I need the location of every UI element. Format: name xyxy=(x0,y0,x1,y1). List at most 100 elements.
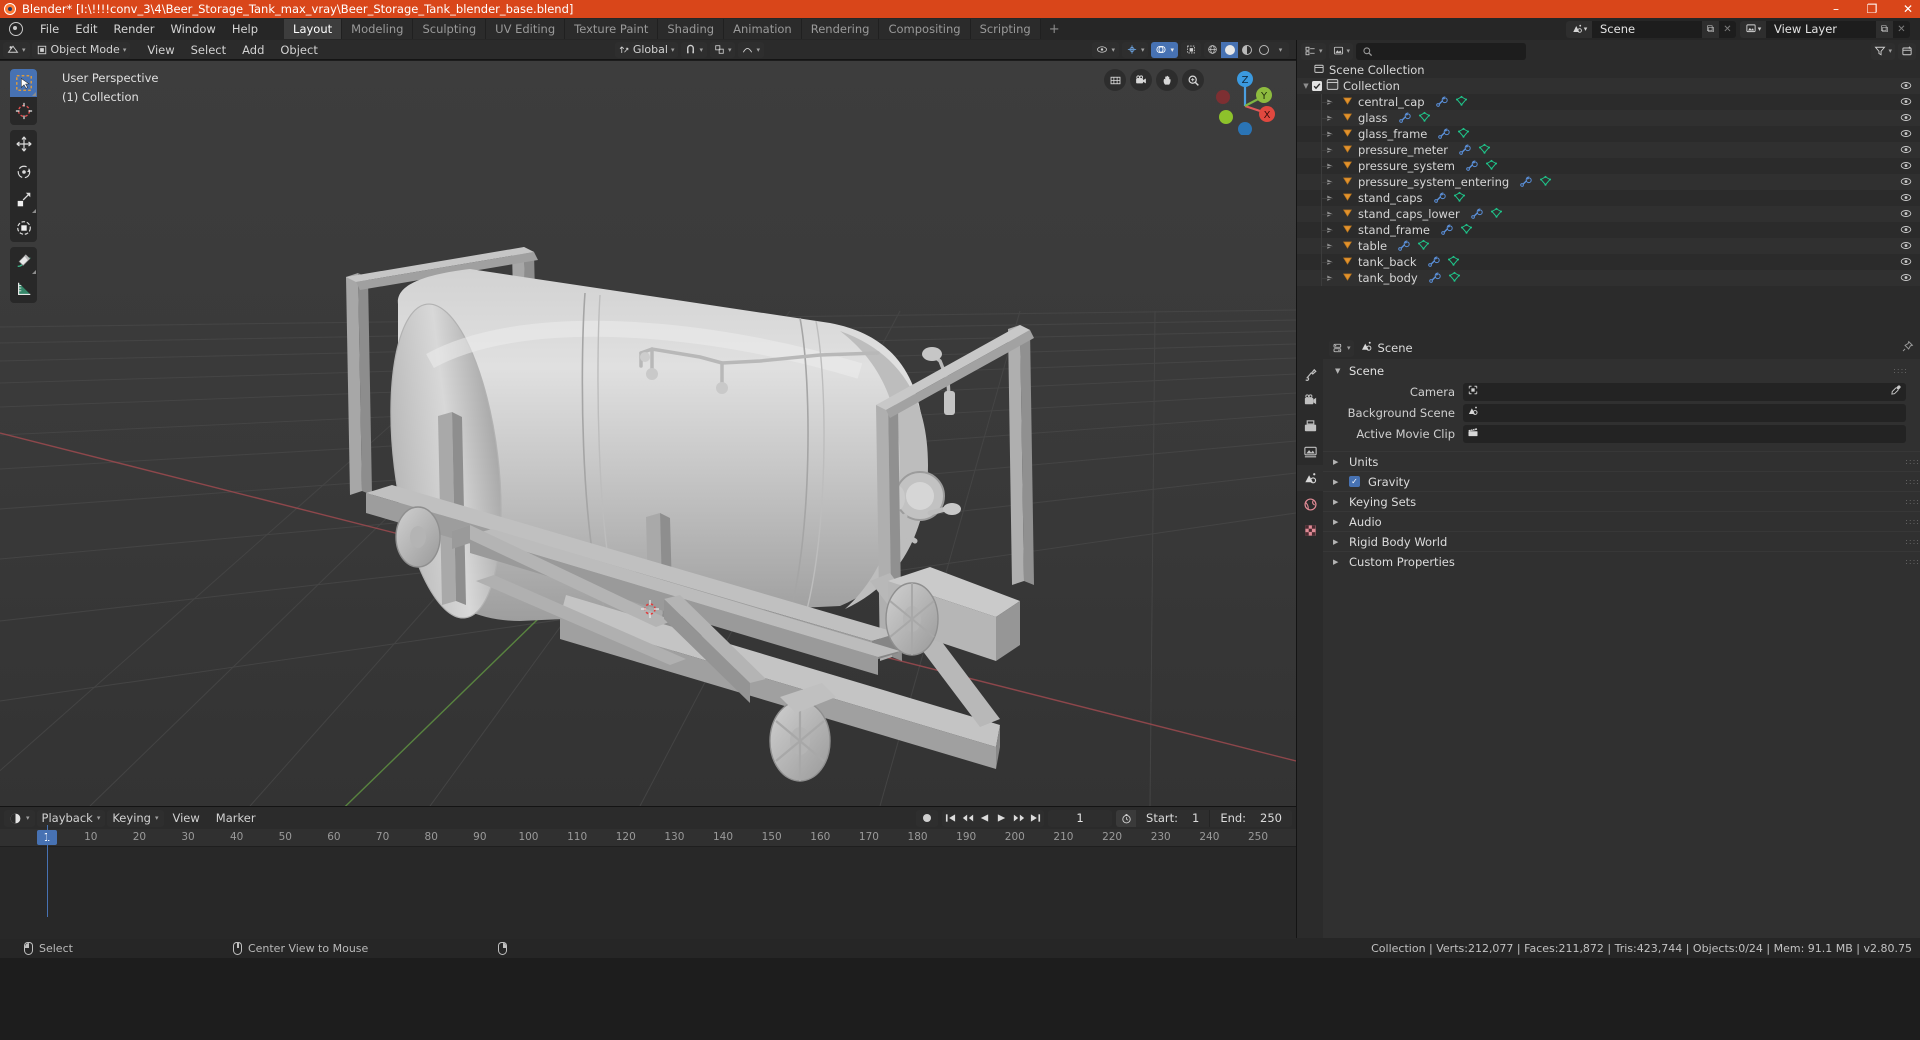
timeline-menu-view[interactable]: View xyxy=(166,810,207,826)
scene-new-copy-button[interactable]: ⧉ xyxy=(1702,20,1719,38)
mesh-data-icon[interactable] xyxy=(1453,191,1466,206)
outliner-row-object[interactable]: ▶glass_frame xyxy=(1297,126,1920,142)
menu-file[interactable]: File xyxy=(32,20,67,38)
gizmo-toggle-button[interactable]: ▾ xyxy=(1121,41,1149,58)
viewport-menu-object[interactable]: Object xyxy=(273,42,324,58)
outliner-row-object[interactable]: ▶tank_body xyxy=(1297,270,1920,286)
scene-unlink-button[interactable]: ✕ xyxy=(1719,21,1736,38)
background-scene-field[interactable] xyxy=(1463,403,1906,422)
frame-range-clock-icon[interactable] xyxy=(1116,809,1137,827)
object-visibility-eye-icon[interactable] xyxy=(1900,192,1912,206)
jump-to-end-button[interactable] xyxy=(1027,810,1044,827)
transform-orientation-dropdown[interactable]: Global ▾ xyxy=(614,41,679,58)
camera-view-icon[interactable] xyxy=(1130,69,1152,91)
mesh-data-icon[interactable] xyxy=(1460,223,1473,238)
object-visibility-eye-icon[interactable] xyxy=(1900,144,1912,158)
outliner-row-object[interactable]: ▶glass xyxy=(1297,110,1920,126)
outliner-row-object[interactable]: ▶stand_frame xyxy=(1297,222,1920,238)
shading-rendered-button[interactable] xyxy=(1255,42,1272,58)
mesh-data-icon[interactable] xyxy=(1478,143,1491,158)
new-collection-icon[interactable] xyxy=(1898,42,1916,60)
play-reverse-button[interactable] xyxy=(976,810,993,827)
modifier-wrench-icon[interactable] xyxy=(1519,175,1532,190)
pivot-point-dropdown[interactable]: ▾ xyxy=(709,41,736,58)
viewport-menu-select[interactable]: Select xyxy=(184,42,233,58)
jump-next-keyframe-button[interactable] xyxy=(1010,810,1027,827)
visibility-dropdown-button[interactable]: ▾ xyxy=(1092,41,1119,58)
scene-name-field[interactable]: Scene xyxy=(1592,20,1702,38)
workspace-tab-uv-editing[interactable]: UV Editing xyxy=(486,19,566,39)
modifier-wrench-icon[interactable] xyxy=(1440,223,1453,238)
workspace-tab-compositing[interactable]: Compositing xyxy=(879,19,971,39)
workspace-tab-modeling[interactable]: Modeling xyxy=(342,19,414,39)
shading-material-preview-button[interactable] xyxy=(1238,42,1255,58)
active-movie-clip-field[interactable] xyxy=(1463,424,1906,443)
outliner-row-object[interactable]: ▶central_cap xyxy=(1297,94,1920,110)
mesh-data-icon[interactable] xyxy=(1490,207,1503,222)
menu-render[interactable]: Render xyxy=(106,20,163,38)
timeline-menu-keying[interactable]: Keying ▾ xyxy=(107,809,164,827)
properties-tab-tool[interactable] xyxy=(1297,361,1323,387)
viewport-menu-view[interactable]: View xyxy=(140,42,181,58)
play-button[interactable] xyxy=(993,810,1010,827)
mesh-data-icon[interactable] xyxy=(1455,95,1468,110)
menu-edit[interactable]: Edit xyxy=(67,20,105,38)
eyedropper-icon[interactable] xyxy=(1890,384,1902,399)
properties-sub-panel[interactable]: ▶ Audio:::: xyxy=(1323,511,1920,531)
outliner-row-object[interactable]: ▶pressure_system xyxy=(1297,158,1920,174)
current-frame-field[interactable]: 1 xyxy=(1048,809,1113,827)
shading-dropdown-button[interactable]: ▾ xyxy=(1272,42,1289,58)
editor-type-button[interactable]: ▾ xyxy=(3,41,30,58)
move-tool[interactable] xyxy=(10,130,37,158)
object-visibility-eye-icon[interactable] xyxy=(1900,96,1912,110)
outliner-row-collection[interactable]: ▼ Collection xyxy=(1297,78,1920,94)
tweak-select-tool[interactable] xyxy=(10,69,37,97)
transform-tool[interactable] xyxy=(10,214,37,242)
blender-menu-icon[interactable] xyxy=(8,21,24,37)
shading-wireframe-button[interactable] xyxy=(1204,42,1221,58)
modifier-wrench-icon[interactable] xyxy=(1398,111,1411,126)
object-visibility-eye-icon[interactable] xyxy=(1900,208,1912,222)
workspace-tab-animation[interactable]: Animation xyxy=(724,19,802,39)
outliner-row-object[interactable]: ▶stand_caps_lower xyxy=(1297,206,1920,222)
object-visibility-eye-icon[interactable] xyxy=(1900,256,1912,270)
workspace-tab-shading[interactable]: Shading xyxy=(658,19,725,39)
timeline-menu-playback[interactable]: Playback ▾ xyxy=(36,809,106,827)
close-button[interactable]: ✕ xyxy=(1900,2,1916,16)
timeline-track-area[interactable] xyxy=(0,847,1296,939)
scene-panel-header[interactable]: ▼ Scene :::: xyxy=(1329,361,1914,380)
mesh-data-icon[interactable] xyxy=(1485,159,1498,174)
add-workspace-button[interactable]: + xyxy=(1041,20,1068,39)
maximize-button[interactable]: ❐ xyxy=(1864,2,1880,16)
pan-view-hand-icon[interactable] xyxy=(1156,69,1178,91)
timeline-ruler[interactable]: 10 20 30 40 50 60 70 80 90 100 110 120 130 140 150 160 1… xyxy=(0,829,1296,847)
frame-end-field[interactable]: End: 250 xyxy=(1210,810,1292,827)
annotate-tool[interactable] xyxy=(10,247,37,275)
shading-solid-button[interactable] xyxy=(1221,41,1238,58)
frame-start-field[interactable]: Start: 1 xyxy=(1136,809,1211,827)
outliner-row-scene-collection[interactable]: Scene Collection xyxy=(1297,62,1920,78)
workspace-tab-scripting[interactable]: Scripting xyxy=(970,19,1041,39)
outliner-row-object[interactable]: ▶tank_back xyxy=(1297,254,1920,270)
modifier-wrench-icon[interactable] xyxy=(1433,191,1446,206)
outliner-tree[interactable]: Scene Collection ▼ Collection central_ca… xyxy=(1297,62,1920,337)
menu-help[interactable]: Help xyxy=(224,20,266,38)
mesh-data-icon[interactable] xyxy=(1447,255,1460,270)
scene-datablock[interactable]: ▾ Scene ⧉ ✕ xyxy=(1566,20,1736,38)
object-visibility-eye-icon[interactable] xyxy=(1900,160,1912,174)
modifier-wrench-icon[interactable] xyxy=(1435,95,1448,110)
properties-editor-type-button[interactable]: ▾ xyxy=(1329,339,1354,357)
view-layer-name-field[interactable]: View Layer xyxy=(1766,20,1876,38)
properties-tab-view-layer[interactable] xyxy=(1297,439,1323,465)
minimize-button[interactable]: – xyxy=(1828,2,1844,16)
xray-toggle-button[interactable] xyxy=(1181,41,1201,58)
filter-funnel-icon[interactable]: ▾ xyxy=(1871,42,1895,60)
outliner-display-mode-button[interactable]: ▾ xyxy=(1328,42,1354,60)
modifier-wrench-icon[interactable] xyxy=(1470,207,1483,222)
collection-visibility-eye-icon[interactable] xyxy=(1900,80,1912,94)
properties-tab-scene[interactable] xyxy=(1297,465,1323,491)
properties-sub-panel[interactable]: ▶ Keying Sets:::: xyxy=(1323,491,1920,511)
timeline-editor-type-button[interactable]: ▾ xyxy=(4,809,35,827)
outliner-editor-type-button[interactable]: ▾ xyxy=(1301,42,1326,60)
jump-prev-keyframe-button[interactable] xyxy=(959,810,976,827)
